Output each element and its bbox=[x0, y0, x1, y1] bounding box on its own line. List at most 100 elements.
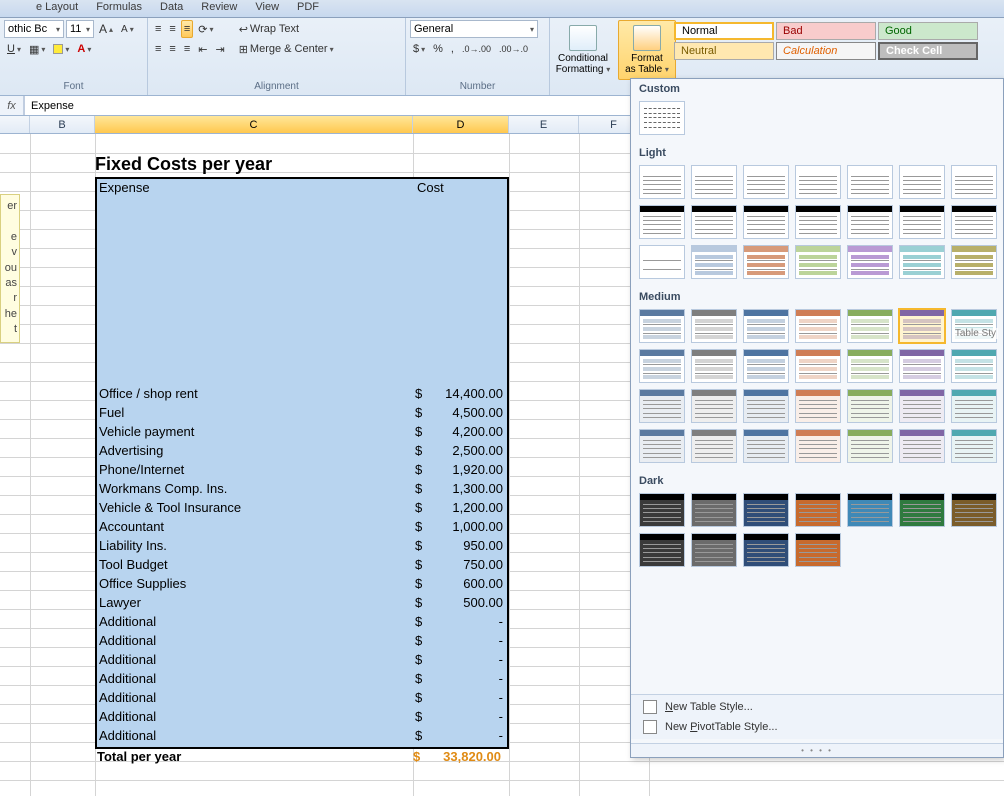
table-style-swatch[interactable] bbox=[951, 205, 997, 239]
underline-button[interactable]: U▾ bbox=[4, 40, 24, 58]
table-style-swatch[interactable] bbox=[743, 389, 789, 423]
table-style-swatch[interactable] bbox=[951, 349, 997, 383]
table-style-swatch[interactable] bbox=[691, 205, 737, 239]
table-style-swatch[interactable] bbox=[639, 493, 685, 527]
table-style-swatch[interactable] bbox=[899, 245, 945, 279]
style-good[interactable]: Good bbox=[878, 22, 978, 40]
col-header-c[interactable]: C bbox=[95, 116, 413, 133]
table-style-swatch[interactable] bbox=[795, 349, 841, 383]
table-style-swatch[interactable] bbox=[899, 349, 945, 383]
table-style-swatch[interactable] bbox=[639, 389, 685, 423]
border-button[interactable]: ▦▾ bbox=[26, 40, 48, 58]
font-name-select[interactable]: othic Bc▾ bbox=[4, 20, 64, 38]
table-style-swatch[interactable] bbox=[743, 309, 789, 343]
increase-indent-button[interactable]: ⇥ bbox=[212, 40, 227, 58]
font-size-select[interactable]: 11▾ bbox=[66, 20, 94, 38]
table-style-swatch[interactable] bbox=[847, 429, 893, 463]
table-style-swatch[interactable] bbox=[847, 389, 893, 423]
decrease-indent-button[interactable]: ⇤ bbox=[195, 40, 210, 58]
accounting-format-button[interactable]: $ ▾ bbox=[410, 40, 428, 58]
style-check-cell[interactable]: Check Cell bbox=[878, 42, 978, 60]
table-style-swatch[interactable] bbox=[951, 389, 997, 423]
style-calculation[interactable]: Calculation bbox=[776, 42, 876, 60]
style-neutral[interactable]: Neutral bbox=[674, 42, 774, 60]
table-style-swatch[interactable] bbox=[795, 493, 841, 527]
table-style-swatch[interactable] bbox=[639, 349, 685, 383]
col-header-b[interactable]: B bbox=[30, 116, 95, 133]
align-center-button[interactable]: ≡ bbox=[166, 40, 178, 58]
align-middle-button[interactable]: ≡ bbox=[166, 20, 178, 38]
table-style-swatch[interactable] bbox=[691, 165, 737, 199]
fill-color-button[interactable]: ▾ bbox=[50, 40, 72, 58]
conditional-formatting-button[interactable]: ConditionalFormatting ▾ bbox=[554, 20, 612, 80]
percent-button[interactable]: % bbox=[430, 40, 446, 58]
table-style-swatch[interactable] bbox=[847, 309, 893, 343]
resize-gripper[interactable]: • • • • bbox=[631, 743, 1003, 757]
table-style-swatch[interactable] bbox=[847, 165, 893, 199]
number-format-select[interactable]: General▾ bbox=[410, 20, 538, 38]
table-style-swatch[interactable] bbox=[691, 389, 737, 423]
table-style-swatch[interactable] bbox=[847, 245, 893, 279]
col-header-d[interactable]: D bbox=[413, 116, 509, 133]
table-style-swatch[interactable] bbox=[847, 205, 893, 239]
table-style-swatch[interactable] bbox=[743, 429, 789, 463]
selected-range[interactable]: Expense Cost Office / shop rent$14,400.0… bbox=[95, 177, 509, 749]
table-style-swatch[interactable] bbox=[639, 429, 685, 463]
grow-font-button[interactable]: A▴ bbox=[96, 20, 116, 38]
table-style-swatch[interactable] bbox=[951, 245, 997, 279]
style-normal[interactable]: Normal bbox=[674, 22, 774, 40]
table-style-swatch[interactable] bbox=[795, 309, 841, 343]
table-style-swatch[interactable] bbox=[899, 309, 945, 343]
table-style-swatch[interactable] bbox=[691, 309, 737, 343]
table-style-swatch[interactable] bbox=[899, 205, 945, 239]
increase-decimal-button[interactable]: .0→.00 bbox=[459, 40, 494, 58]
table-style-swatch[interactable] bbox=[899, 493, 945, 527]
align-left-button[interactable]: ≡ bbox=[152, 40, 164, 58]
table-style-swatch[interactable] bbox=[691, 349, 737, 383]
tab-review[interactable]: Review bbox=[195, 0, 243, 17]
table-style-swatch[interactable] bbox=[639, 309, 685, 343]
align-right-button[interactable]: ≡ bbox=[181, 40, 193, 58]
table-style-swatch[interactable] bbox=[951, 165, 997, 199]
table-style-swatch[interactable] bbox=[795, 165, 841, 199]
table-style-swatch[interactable] bbox=[691, 493, 737, 527]
table-style-swatch[interactable] bbox=[639, 205, 685, 239]
col-header-e[interactable]: E bbox=[509, 116, 579, 133]
table-style-swatch[interactable] bbox=[639, 533, 685, 567]
style-bad[interactable]: Bad bbox=[776, 22, 876, 40]
table-style-swatch[interactable] bbox=[743, 349, 789, 383]
table-style-swatch[interactable] bbox=[743, 205, 789, 239]
table-style-swatch[interactable] bbox=[847, 493, 893, 527]
tab-view[interactable]: View bbox=[249, 0, 285, 17]
tab-layout[interactable]: e Layout bbox=[30, 0, 84, 17]
align-bottom-button[interactable]: ≡ bbox=[181, 20, 193, 38]
table-style-swatch[interactable] bbox=[951, 429, 997, 463]
table-style-swatch[interactable] bbox=[691, 245, 737, 279]
table-style-swatch[interactable] bbox=[795, 429, 841, 463]
table-style-swatch[interactable] bbox=[743, 165, 789, 199]
decrease-decimal-button[interactable]: .00→.0 bbox=[496, 40, 531, 58]
table-style-swatch[interactable] bbox=[639, 165, 685, 199]
table-style-swatch[interactable] bbox=[639, 245, 685, 279]
wrap-text-button[interactable]: ↩ Wrap Text bbox=[236, 20, 337, 38]
new-pivottable-style-button[interactable]: New PivotTable Style... bbox=[631, 717, 1003, 737]
table-style-swatch[interactable] bbox=[691, 533, 737, 567]
shrink-font-button[interactable]: A▾ bbox=[118, 20, 137, 38]
custom-style-swatch[interactable] bbox=[639, 101, 685, 135]
new-table-style-button[interactable]: New Table Style... bbox=[631, 697, 1003, 717]
comma-button[interactable]: , bbox=[448, 40, 457, 58]
table-style-swatch[interactable] bbox=[795, 205, 841, 239]
table-style-swatch[interactable] bbox=[795, 533, 841, 567]
table-style-swatch[interactable] bbox=[743, 533, 789, 567]
col-header-a-frag[interactable] bbox=[0, 116, 30, 133]
tab-data[interactable]: Data bbox=[154, 0, 189, 17]
table-style-swatch[interactable] bbox=[743, 245, 789, 279]
table-style-swatch[interactable] bbox=[951, 493, 997, 527]
table-style-swatch[interactable] bbox=[899, 389, 945, 423]
tab-pdf[interactable]: PDF bbox=[291, 0, 325, 17]
table-style-swatch[interactable] bbox=[795, 245, 841, 279]
table-style-swatch[interactable] bbox=[899, 165, 945, 199]
table-style-swatch[interactable] bbox=[795, 389, 841, 423]
table-style-swatch[interactable] bbox=[899, 429, 945, 463]
tab-formulas[interactable]: Formulas bbox=[90, 0, 148, 17]
